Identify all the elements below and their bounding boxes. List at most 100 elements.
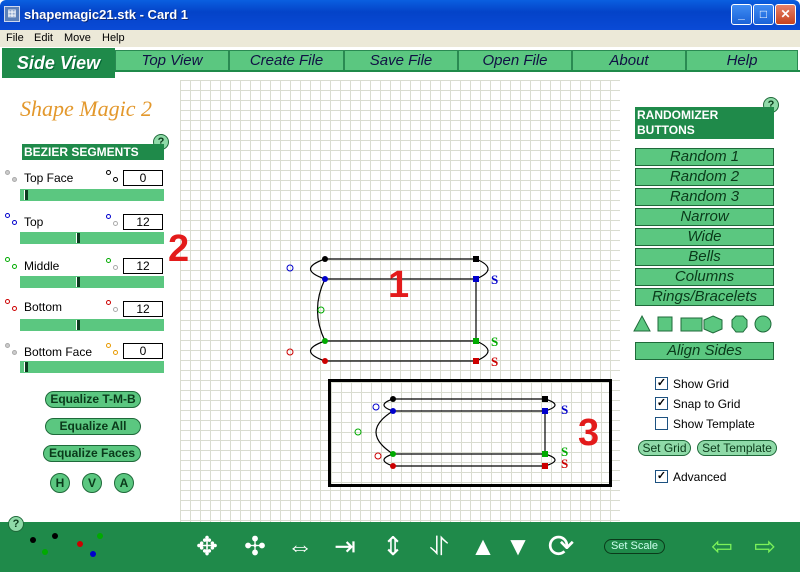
next-icon[interactable]: ⇨ — [746, 528, 784, 564]
bells-button[interactable]: Bells — [635, 248, 774, 266]
move-all-directions-icon[interactable]: ✥ — [188, 528, 226, 564]
top-value-field[interactable]: 12 — [123, 214, 163, 230]
square-icon — [657, 316, 673, 332]
control-point-icon — [5, 213, 19, 227]
expand-all-icon[interactable]: ✣ — [236, 528, 274, 564]
bottom-face-value-field[interactable]: 0 — [123, 343, 163, 359]
segment-label: Bottom — [24, 300, 63, 314]
all-button[interactable]: A — [114, 473, 134, 493]
control-point-icon — [5, 170, 19, 184]
menu-bar: File Edit Move Help — [0, 30, 800, 47]
control-point-icon — [106, 258, 120, 272]
top-slider[interactable] — [20, 232, 164, 244]
marker-two: 2 — [168, 228, 190, 270]
wide-button[interactable]: Wide — [635, 228, 774, 246]
top-face-slider[interactable] — [20, 189, 164, 201]
tab-side-view[interactable]: Side View — [2, 48, 115, 78]
previous-icon[interactable]: ⇦ — [703, 528, 741, 564]
expand-vertical-icon[interactable]: ⇕ — [374, 528, 412, 564]
tab-create-file[interactable]: Create File — [229, 50, 344, 71]
set-template-button[interactable]: Set Template — [697, 440, 777, 456]
color-dots-icon — [30, 533, 103, 557]
bezier-header: BEZIER SEGMENTS — [22, 144, 164, 160]
rings-bracelets-button[interactable]: Rings/Bracelets — [635, 288, 774, 306]
bottom-value-field[interactable]: 12 — [123, 301, 163, 317]
equalize-tmb-button[interactable]: Equalize T-M-B — [45, 391, 141, 408]
contract-vertical-icon[interactable]: ⥯ — [420, 528, 458, 564]
set-grid-button[interactable]: Set Grid — [638, 440, 691, 456]
s-handle-label: S — [561, 456, 569, 471]
random-1-button[interactable]: Random 1 — [635, 148, 774, 166]
circle-icon — [754, 315, 772, 333]
equalize-faces-button[interactable]: Equalize Faces — [43, 445, 141, 462]
contract-horizontal-icon[interactable]: ⇥ — [326, 528, 364, 564]
tab-about[interactable]: About — [572, 50, 686, 71]
title-bar: ▦ shapemagic21.stk - Card 1 _ □ ✕ — [0, 0, 800, 30]
maximize-button[interactable]: □ — [753, 4, 774, 25]
s-handle-label: S — [491, 334, 499, 349]
checkbox-box[interactable]: ✓ — [655, 470, 668, 483]
control-point-icon — [106, 300, 120, 314]
slider-thumb[interactable] — [76, 320, 80, 330]
randomizer-header: RANDOMIZER BUTTONS — [635, 107, 774, 139]
slider-thumb[interactable] — [76, 233, 80, 243]
middle-value-field[interactable]: 12 — [123, 258, 163, 274]
rectangle-icon — [680, 317, 703, 332]
bottom-face-slider[interactable] — [20, 361, 164, 373]
narrow-button[interactable]: Narrow — [635, 208, 774, 226]
tab-top-view[interactable]: Top View — [115, 50, 229, 71]
move-down-icon[interactable]: ▼ — [499, 528, 537, 564]
rotate-icon[interactable]: ⟳ — [542, 528, 580, 564]
top-face-value-field[interactable]: 0 — [123, 170, 163, 186]
tab-underline — [115, 70, 800, 72]
s-handle-label: S — [561, 402, 569, 417]
control-point-icon — [106, 170, 120, 184]
control-point-icon — [5, 257, 19, 271]
marker-one: 1 — [388, 264, 410, 306]
segment-label: Top — [24, 215, 44, 229]
random-3-button[interactable]: Random 3 — [635, 188, 774, 206]
slider-thumb[interactable] — [76, 277, 80, 287]
s-handle-label: S — [491, 272, 499, 287]
menu-help[interactable]: Help — [102, 32, 125, 44]
octagon-icon — [731, 315, 748, 333]
control-point-icon — [5, 299, 19, 313]
menu-file[interactable]: File — [6, 32, 24, 44]
checkbox-box[interactable] — [655, 417, 668, 430]
app-logo: Shape Magic 2 — [20, 96, 152, 121]
checkbox-box[interactable]: ✓ — [655, 397, 668, 410]
control-point-icon — [106, 343, 120, 357]
move-up-icon[interactable]: ▲ — [464, 528, 502, 564]
help-icon[interactable]: ? — [8, 516, 24, 532]
window-title: shapemagic21.stk - Card 1 — [24, 7, 189, 22]
horizontal-button[interactable]: H — [50, 473, 70, 493]
marker-three: 3 — [578, 412, 600, 454]
triangle-icon — [633, 314, 651, 332]
expand-horizontal-icon[interactable]: ⇔ — [281, 528, 319, 564]
columns-button[interactable]: Columns — [635, 268, 774, 286]
slider-thumb[interactable] — [24, 362, 28, 372]
middle-slider[interactable] — [20, 276, 164, 288]
set-scale-button[interactable]: Set Scale — [604, 539, 665, 554]
segment-label: Middle — [24, 259, 60, 273]
vertical-button[interactable]: V — [82, 473, 102, 493]
tab-save-file[interactable]: Save File — [344, 50, 458, 71]
menu-edit[interactable]: Edit — [34, 32, 53, 44]
preview-inset: S S S 3 — [328, 379, 612, 487]
random-2-button[interactable]: Random 2 — [635, 168, 774, 186]
shape-icons — [633, 314, 772, 334]
align-sides-button[interactable]: Align Sides — [635, 342, 774, 360]
close-button[interactable]: ✕ — [775, 4, 796, 25]
tab-open-file[interactable]: Open File — [458, 50, 572, 71]
segment-label: Bottom Face — [24, 345, 93, 359]
app-icon: ▦ — [4, 6, 20, 22]
segment-label: Top Face — [24, 171, 74, 185]
bottom-slider[interactable] — [20, 319, 164, 331]
equalize-all-button[interactable]: Equalize All — [45, 418, 141, 435]
control-point-icon — [106, 214, 120, 228]
checkbox-box[interactable]: ✓ — [655, 377, 668, 390]
tab-help[interactable]: Help — [686, 50, 798, 71]
slider-thumb[interactable] — [24, 190, 28, 200]
menu-move[interactable]: Move — [64, 32, 91, 44]
minimize-button[interactable]: _ — [731, 4, 752, 25]
